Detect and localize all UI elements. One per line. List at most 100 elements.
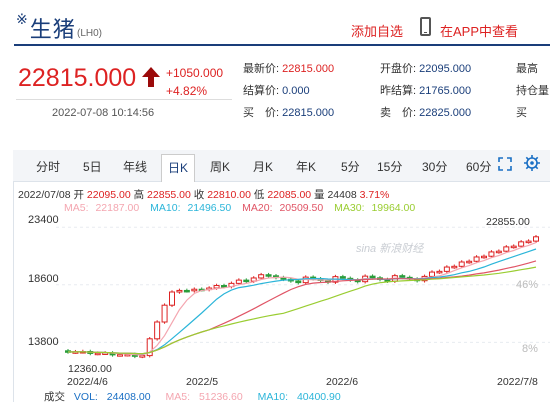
quote-timestamp: 2022-07-08 10:14:56 [52,107,155,119]
ma10-legend: MA10: 21496.50 [150,202,232,214]
ma30-line [67,266,537,355]
volume-title: 成交 [44,391,65,402]
candle-body [518,241,525,247]
stat-settle: 结算价: 0.000 [243,85,310,97]
candle-body [176,289,183,293]
candle-body [481,255,487,259]
tab-60min[interactable]: 60分 [466,158,491,175]
tab-5min[interactable]: 5分 [341,158,360,175]
tab-5day[interactable]: 5日 [83,158,102,175]
instrument-code: (LH0) [77,28,103,39]
candle-body [117,354,123,357]
kline-info: 2022/07/08 开 22095.00 高 22855.00 收 22810… [18,189,390,201]
sina-watermark: sina 新浪财经 [356,243,424,255]
stat-open: 开盘价: 22095.000 [380,63,472,75]
candle-body [451,265,458,269]
stat-open-interest: 持仓量 [516,85,549,97]
pct-tick-46: 46% [516,279,539,291]
stat-high: 最高 [516,63,538,75]
candle-body [191,288,198,292]
vol-legend: VOL: 24408.00 [73,391,151,402]
stats-column-3: 最高 持仓量 买 [516,58,549,124]
quote-divider [16,99,232,100]
candle-body [258,274,265,279]
candle-body [139,355,146,358]
x-tick-may: 2022/5 [186,376,219,388]
ma20-legend: MA20: 20509.50 [242,202,324,214]
header-divider [14,44,550,46]
x-tick-jun: 2022/6 [326,376,359,388]
title-mark: ※ [16,12,29,28]
low-marker-label: 12360.00 [68,363,112,375]
candle-body [295,280,302,284]
tab-weekly-k[interactable]: 周K [210,158,230,175]
candle-body [94,352,101,356]
instrument-title: ※生猪 [16,12,76,44]
candle-body [436,270,443,274]
gear-icon[interactable] [523,154,541,172]
candle-body [510,245,517,249]
candle-body [161,304,168,323]
candle-body [339,276,346,279]
candle-body [503,246,510,252]
change-value: +1050.000 [166,66,224,80]
y-tick-top: 23400 [28,214,59,226]
stats-column-1: 最新价: 22815.000 结算价: 0.000 买 价: 22815.000 [243,58,334,124]
x-tick-apr: 2022/4/6 [67,376,108,388]
high-marker-label: 22855.00 [486,216,530,228]
ma-legend: MA5: 22187.00 MA10: 21496.50 MA20: 20509… [64,202,423,214]
volume-legend: 成交 VOL: 24408.00 MA5: 51236.60 MA10: 404… [44,389,353,402]
stat-ask: 卖 价: 22825.000 [380,107,472,119]
last-price: 22815.000 [18,64,137,92]
tab-yearly-k[interactable]: 年K [296,158,316,175]
candle-body [399,275,406,278]
pct-tick-8: 8% [522,343,538,355]
vol-ma10-legend: MA10: 40400.90 [257,391,341,402]
candle-body [533,236,539,242]
tab-30min[interactable]: 30分 [422,158,447,175]
candle-body [213,285,220,289]
open-in-app-link[interactable]: 在APP中查看 [440,21,518,40]
stat-latest: 最新价: 22815.000 [243,63,335,75]
stat-prev-settle: 昨结算: 21765.000 [380,85,472,97]
stats-column-2: 开盘价: 22095.000 昨结算: 21765.000 卖 价: 22825… [380,58,471,124]
up-arrow-icon [142,67,160,87]
add-favorite-button[interactable]: 添加自选 [351,21,403,40]
candle-body [458,261,465,267]
candle-body [443,266,450,272]
candle-body [525,240,532,244]
ma30-legend: MA30: 19964.00 [334,202,416,214]
ma10-line [67,248,537,355]
stat-bid: 买 价: 22815.000 [243,107,335,119]
change-percent: +4.82% [166,84,208,98]
candle-body [473,256,480,262]
candle-body [369,275,376,279]
fullscreen-icon[interactable] [498,157,512,171]
tab-monthly-k[interactable]: 月K [253,158,273,175]
candle-body [154,321,161,340]
candle-body [183,289,190,293]
price-change: +1050.000 +4.82% [166,64,223,100]
candle-body [466,260,473,264]
tab-daily-k[interactable]: 日K [161,154,196,182]
candle-body [221,285,227,288]
candle-body [265,274,272,277]
tab-yearline[interactable]: 年线 [123,158,147,175]
x-tick-jul: 2022/7/8 [497,376,538,388]
candle-body [488,251,495,257]
tab-intraday[interactable]: 分时 [36,158,60,175]
candle-body [495,250,502,254]
stat-bid-vol: 买 [516,107,527,119]
instrument-name: 生猪 [29,18,76,43]
candle-body [429,271,435,277]
ma5-legend: MA5: 22187.00 [64,202,140,214]
candle-body [243,279,250,283]
ma5-line [67,242,537,356]
tab-15min[interactable]: 15分 [377,158,402,175]
phone-icon [420,17,431,36]
vol-ma5-legend: MA5: 51236.60 [165,391,243,402]
y-tick-mid: 18600 [28,273,59,285]
candle-body [235,279,242,284]
page-header: ※生猪 (LH0) 添加自选 在APP中查看 [0,0,550,46]
candle-body [169,291,175,306]
